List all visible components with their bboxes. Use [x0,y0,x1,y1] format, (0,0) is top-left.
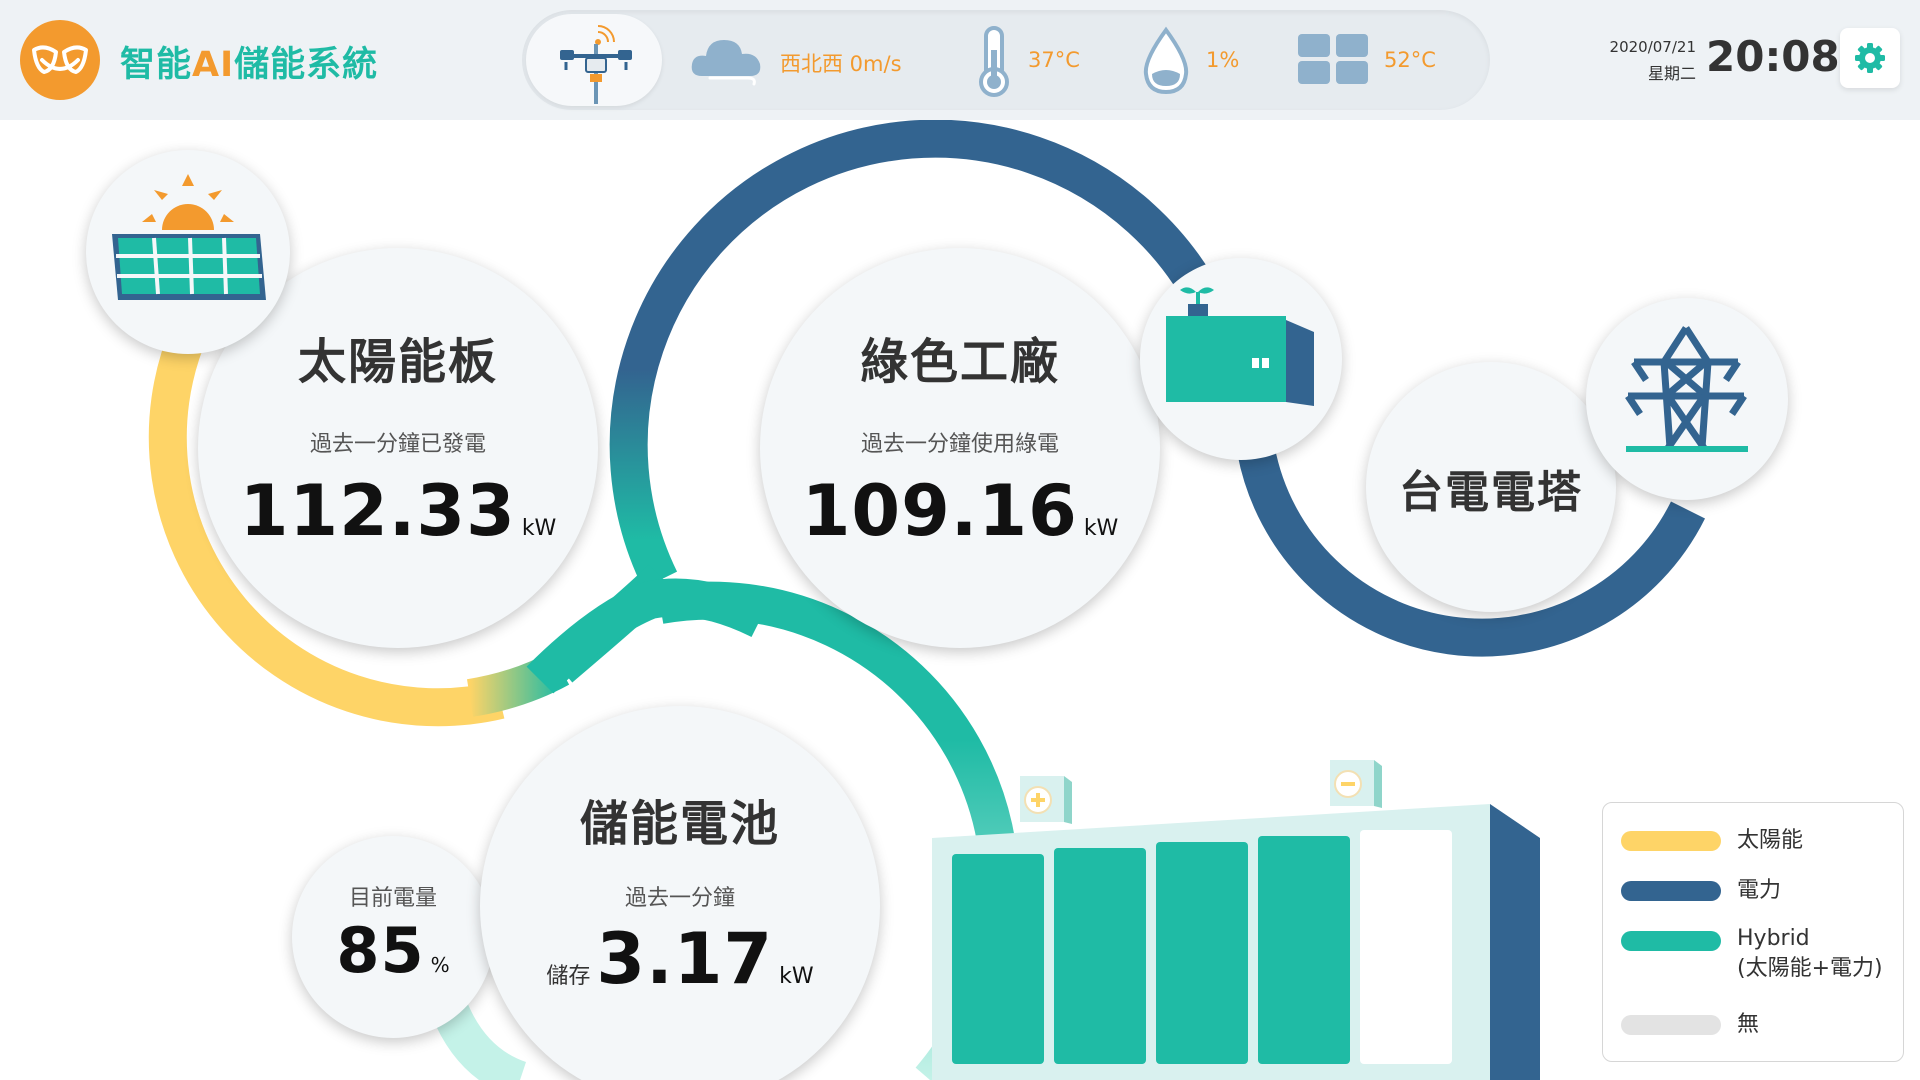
legend-label-power: 電力 [1737,878,1782,903]
battery-subtitle: 過去一分鐘 [624,886,735,911]
factory-unit: kW [1083,516,1119,541]
battery-cell-filled [1258,836,1350,1064]
factory-subtitle: 過去一分鐘使用綠電 [860,432,1059,457]
app-title-accent: AI [192,45,235,85]
battery-value-row: 儲存3.17 kW [480,918,880,1000]
weather-station-icon [560,25,632,104]
charge-value-row: 85% [292,914,494,987]
legend-label-hybrid-detail: (太陽能+電力) [1737,956,1883,981]
factory-value: 109.16 [801,470,1078,552]
battery-pack-graphic [932,760,1540,1080]
top-header: 智能AI儲能系統 西北西 0m/s 37°C 1% 52°C 2020/07/2… [0,0,1920,120]
date-text: 2020/07/21 [1609,38,1696,56]
solar-subtitle: 過去一分鐘已發電 [309,432,486,457]
charge-unit: % [430,953,450,977]
tower-icon-circle [1586,298,1788,500]
humidity-text: 1% [1206,48,1240,72]
battery-charge-card: 目前電量 85% [292,836,494,1038]
power-tower-icon [1625,326,1748,452]
app-title: 智能AI儲能系統 [120,36,378,87]
clock-time: 20:08 [1706,32,1840,81]
legend-label-hybrid: Hybrid [1737,926,1810,951]
solar-unit: kW [521,516,557,541]
solar-value: 112.33 [239,470,516,552]
charge-label: 目前電量 [348,886,437,911]
solar-panel-icon [112,174,266,300]
app-title-prefix: 智能 [120,45,193,85]
factory-icon-circle [1140,258,1342,460]
settings-button[interactable] [1840,28,1900,88]
legend-swatch-solar [1621,831,1721,851]
battery-unit: kW [779,964,814,989]
legend-label-solar: 太陽能 [1737,828,1804,853]
legend-swatch-hybrid [1621,931,1721,951]
battery-cell-empty [1360,830,1452,1064]
thermometer-icon [979,26,1009,97]
factory-value-row: 109.16 kW [760,470,1160,552]
panel-temp-icon [1298,34,1368,84]
legend-panel: 太陽能 電力 Hybrid (太陽能+電力) 無 [1602,802,1904,1062]
wind-cloud-icon [691,40,761,86]
factory-icon [1166,287,1314,406]
battery-cells [952,830,1452,1064]
solar-value-row: 112.33 kW [198,470,598,552]
factory-title: 綠色工廠 [859,334,1060,390]
power-grid-card[interactable]: 台電電塔 [1366,362,1616,612]
battery-value: 3.17 [596,918,774,1000]
app-logo [20,20,100,100]
battery-cell-filled [952,854,1044,1064]
grid-title: 台電電塔 [1399,467,1583,518]
wind-text: 西北西 0m/s [780,52,902,76]
solar-icon-circle [86,150,290,354]
battery-title: 儲能電池 [579,796,780,852]
water-drop-icon [1143,26,1189,95]
battery-cell-filled [1156,842,1248,1064]
green-factory-card[interactable]: 綠色工廠 過去一分鐘使用綠電 109.16 kW [760,248,1160,648]
gear-icon [1855,43,1885,73]
app-title-suffix: 儲能系統 [234,45,379,85]
weather-station-button[interactable] [526,14,662,106]
weekday-text: 星期二 [1647,64,1696,83]
temperature-text: 37°C [1028,48,1080,72]
legend-swatch-none [1621,1015,1721,1035]
legend-label-none: 無 [1737,1012,1760,1037]
charge-value: 85 [336,914,425,987]
battery-cell-filled [1054,848,1146,1064]
weather-bar: 西北西 0m/s 37°C 1% 52°C [522,10,1490,110]
legend-swatch-power [1621,881,1721,901]
panel-temperature-text: 52°C [1384,48,1436,72]
leaf-logo-icon [32,45,88,74]
battery-prefix: 儲存 [546,964,591,989]
